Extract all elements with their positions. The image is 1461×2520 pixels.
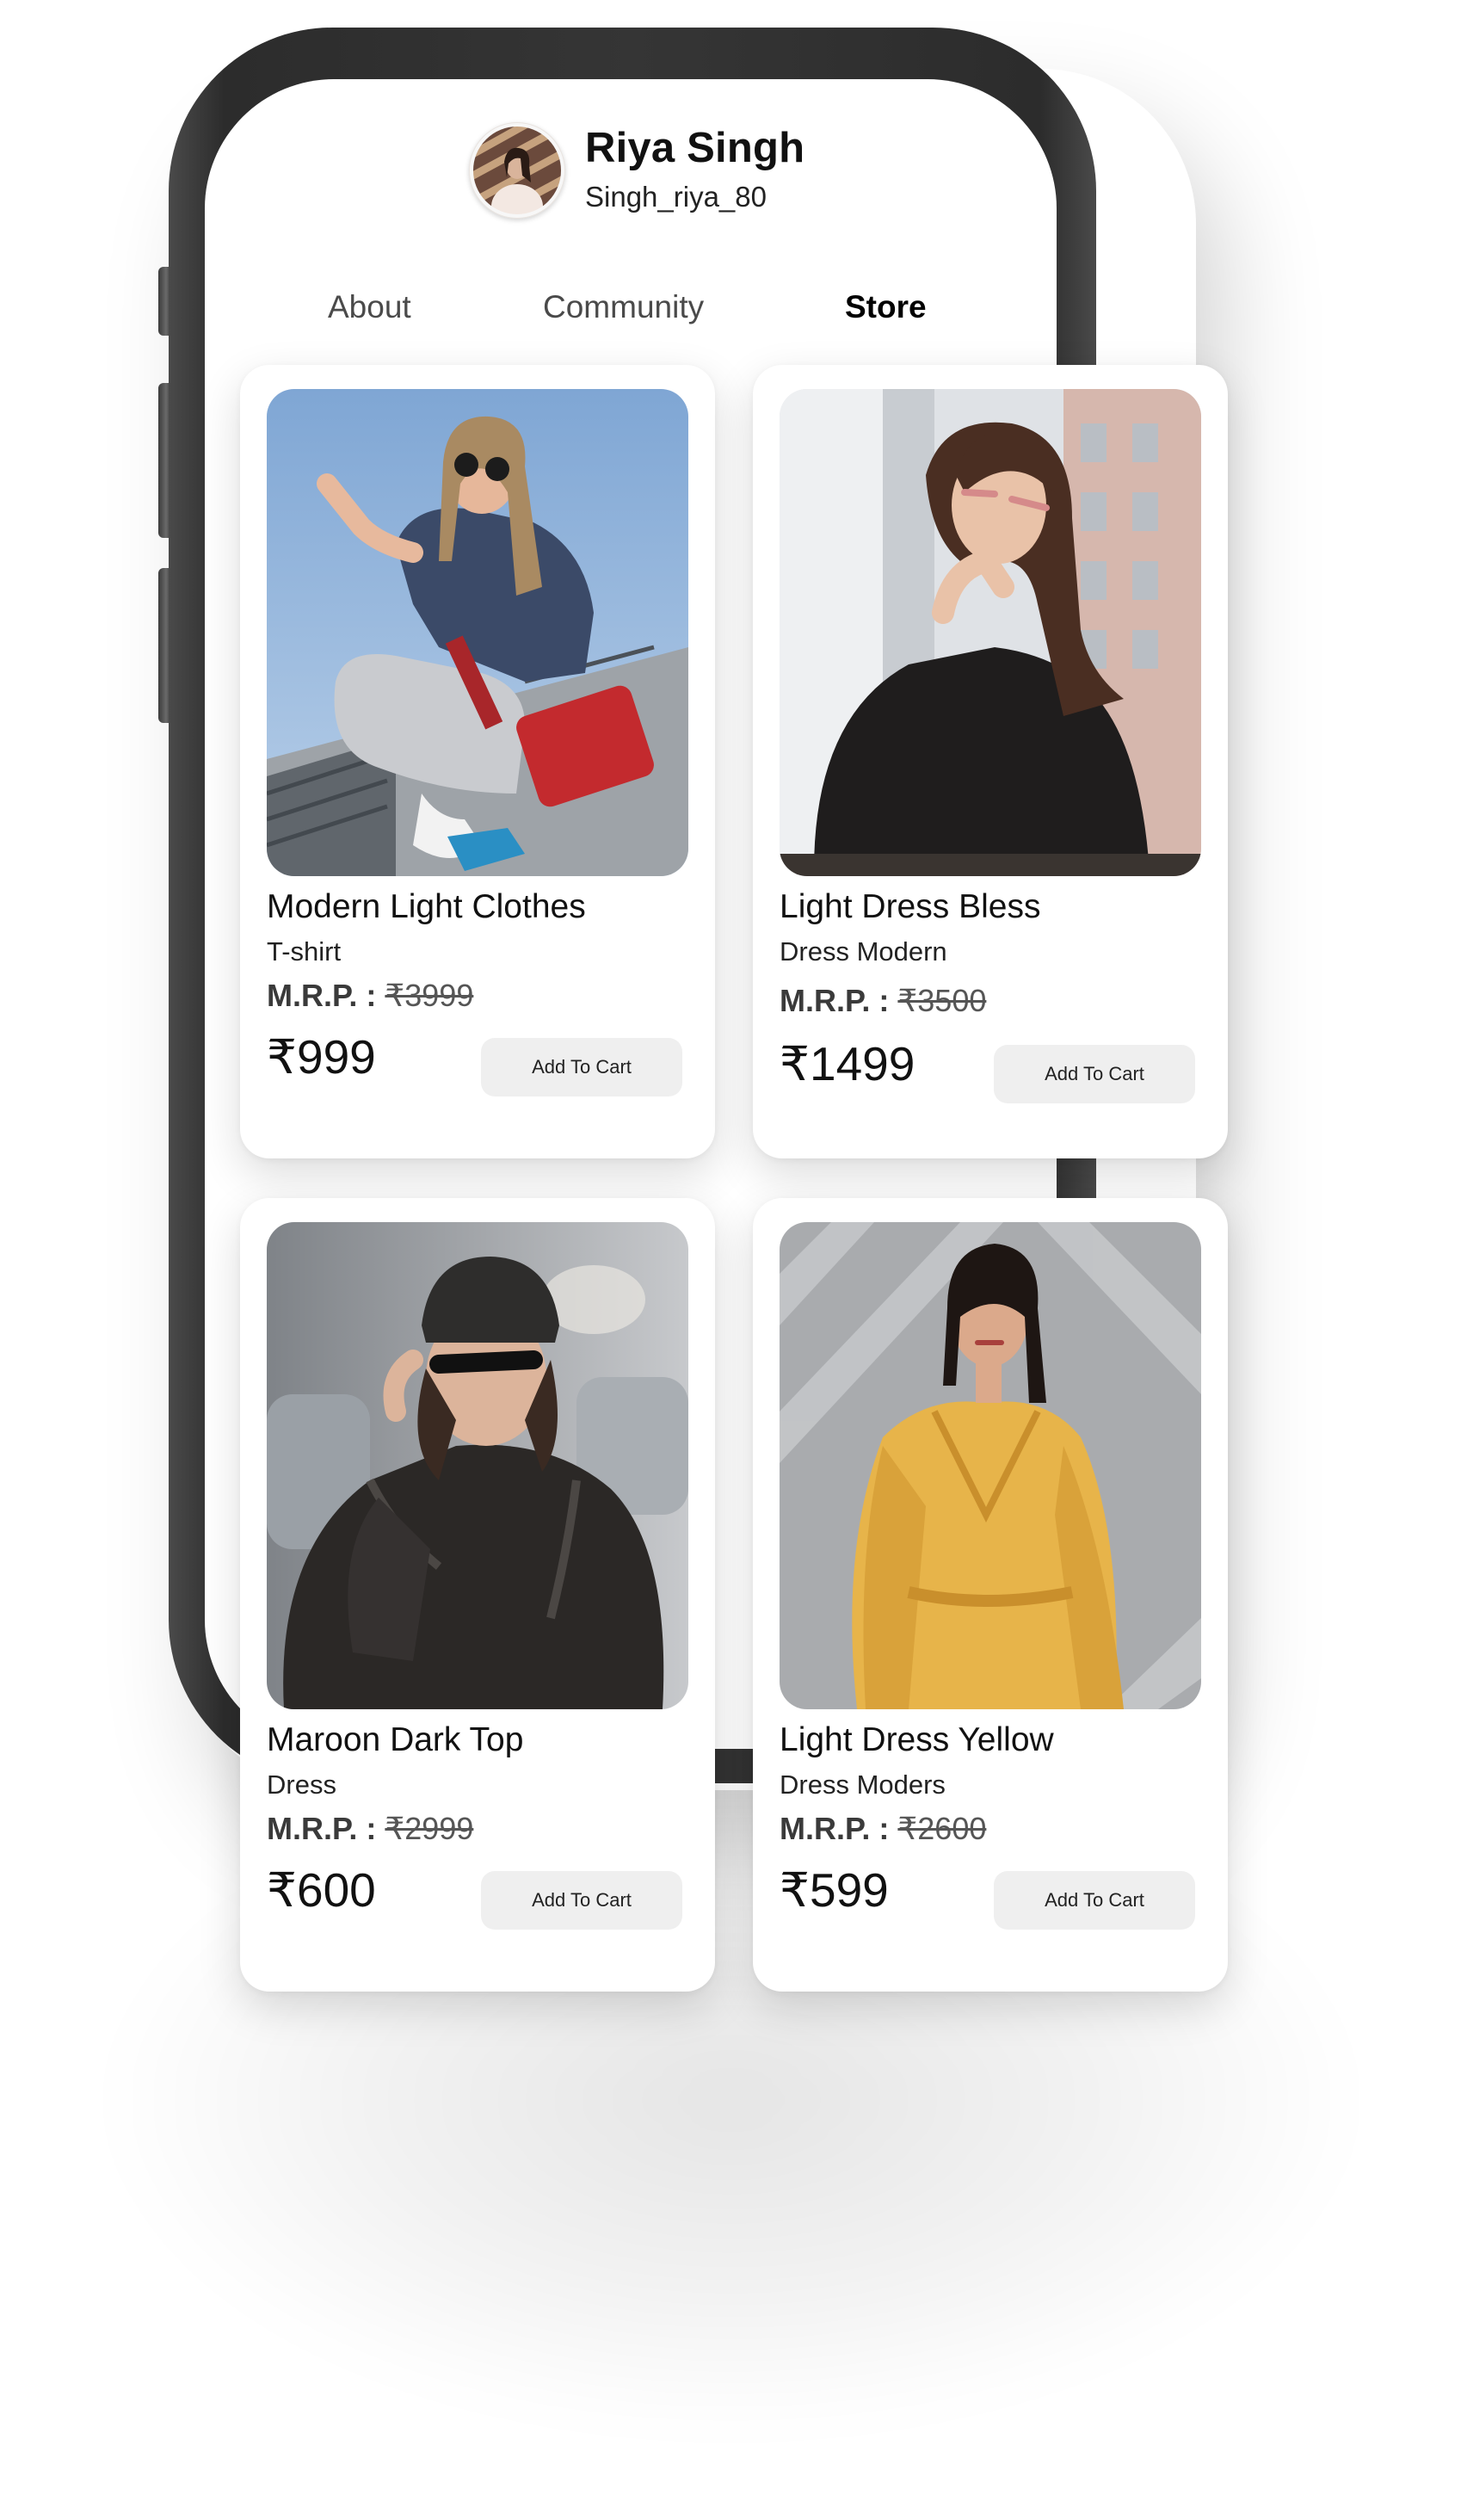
product-title: Maroon Dark Top: [267, 1721, 524, 1758]
mrp-label: M.R.P. :: [780, 983, 890, 1018]
tab-community[interactable]: Community: [543, 289, 704, 325]
mrp-label: M.R.P. :: [267, 1811, 377, 1846]
mrp-value: ₹3500: [897, 983, 987, 1018]
mrp-label: M.R.P. :: [780, 1811, 890, 1846]
product-subtitle: Dress: [267, 1770, 336, 1800]
product-subtitle: Dress Modern: [780, 936, 947, 967]
product-photo: [267, 1222, 688, 1709]
woman-black-top-sunglasses-photo-icon: [780, 389, 1201, 876]
product-title: Light Dress Bless: [780, 888, 1041, 925]
add-to-cart-button[interactable]: Add To Cart: [994, 1045, 1195, 1103]
product-price: ₹599: [780, 1863, 889, 1917]
product-photo: [267, 389, 688, 876]
product-subtitle: T-shirt: [267, 936, 342, 967]
profile-avatar[interactable]: [469, 122, 565, 219]
mrp-value: ₹3999: [385, 978, 474, 1013]
mrp-label: M.R.P. :: [267, 978, 377, 1013]
product-price: ₹600: [267, 1863, 376, 1917]
product-mrp: M.R.P. : ₹2999: [267, 1811, 473, 1847]
product-photo: [780, 389, 1201, 876]
tab-about[interactable]: About: [328, 289, 411, 325]
product-price: ₹999: [267, 1030, 376, 1084]
add-to-cart-button[interactable]: Add To Cart: [481, 1038, 682, 1096]
product-mrp: M.R.P. : ₹3500: [780, 983, 986, 1019]
mockup-stage: Riya Singh Singh_riya_80 About Community…: [0, 0, 1461, 2520]
add-to-cart-button[interactable]: Add To Cart: [994, 1871, 1195, 1930]
tab-store[interactable]: Store: [845, 289, 927, 325]
product-card[interactable]: Light Dress Bless Dress Modern M.R.P. : …: [753, 365, 1228, 1158]
woman-yellow-dress-photo-icon: [780, 1222, 1201, 1709]
product-card[interactable]: Modern Light Clothes T-shirt M.R.P. : ₹3…: [240, 365, 715, 1158]
product-card[interactable]: Light Dress Yellow Dress Moders M.R.P. :…: [753, 1198, 1228, 1992]
mrp-value: ₹2999: [385, 1811, 474, 1846]
avatar-photo-icon: [469, 122, 565, 219]
product-photo: [780, 1222, 1201, 1709]
product-subtitle: Dress Moders: [780, 1770, 946, 1800]
product-title: Modern Light Clothes: [267, 888, 586, 925]
product-title: Light Dress Yellow: [780, 1721, 1054, 1758]
product-card[interactable]: Maroon Dark Top Dress M.R.P. : ₹2999 ₹60…: [240, 1198, 715, 1992]
woman-streetwear-red-bag-photo-icon: [267, 389, 688, 876]
add-to-cart-button[interactable]: Add To Cart: [481, 1871, 682, 1930]
product-mrp: M.R.P. : ₹3999: [267, 978, 473, 1014]
product-price: ₹1499: [780, 1037, 915, 1090]
mrp-value: ₹2600: [897, 1811, 987, 1846]
woman-leather-jacket-beanie-photo-icon: [267, 1222, 688, 1709]
profile-name: Riya Singh: [585, 125, 805, 171]
product-mrp: M.R.P. : ₹2600: [780, 1811, 986, 1847]
profile-handle: Singh_riya_80: [585, 181, 767, 213]
